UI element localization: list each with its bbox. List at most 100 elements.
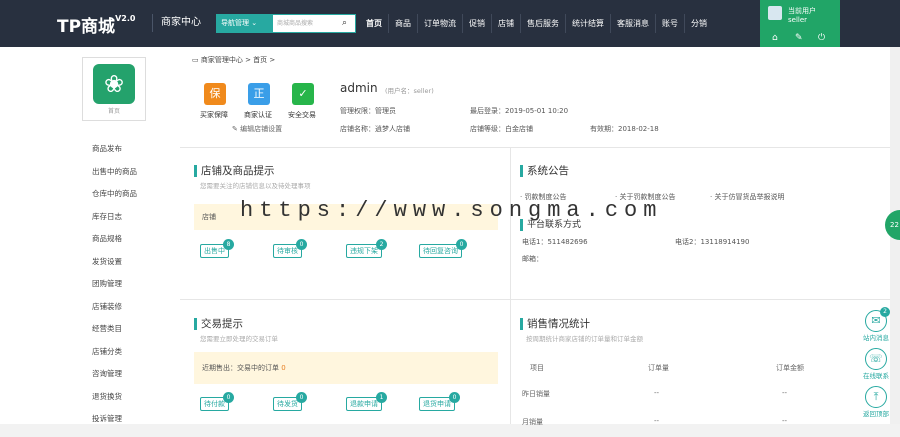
phone1: 电话1：511482696	[522, 238, 588, 246]
sidebar-item[interactable]: 退货换货	[92, 392, 137, 415]
action-button-label: 待付款	[204, 400, 225, 408]
profile-shop-name: 店铺名称：逍梦人店铺	[340, 125, 410, 133]
action-button-count: 0	[223, 392, 234, 403]
action-button-count: 1	[376, 392, 387, 403]
right-tool-icon: ✉ 2	[865, 307, 890, 332]
action-button[interactable]: 出售中 8	[200, 239, 234, 258]
shop-home-card[interactable]: ❀ 首页	[82, 57, 146, 121]
sidebar-item[interactable]: 库存日志	[92, 212, 137, 235]
watermark: https://www.songma.com	[240, 198, 663, 223]
menu-item-7[interactable]: 客服消息	[610, 14, 655, 33]
badge-label: 买家保障	[200, 111, 228, 119]
menu-item-1[interactable]: 商品	[388, 14, 417, 33]
avatar[interactable]	[768, 6, 782, 20]
right-tool-count: 2	[880, 307, 890, 317]
announcement-title: 系统公告	[520, 165, 569, 177]
trade-title: 交易提示	[194, 318, 243, 330]
home-icon[interactable]: ⌂	[772, 33, 778, 43]
edit-icon: ✎	[232, 125, 241, 133]
badge-label: 安全交易	[288, 111, 316, 119]
sidebar-item[interactable]: 团购管理	[92, 279, 137, 302]
sales-cell: 昨日销量	[522, 390, 550, 398]
sales-title: 销售情况统计	[520, 318, 590, 330]
user-panel: 当前用户 seller ⌂ ✎ ⏻	[760, 0, 840, 47]
sidebar-item[interactable]: 发货设置	[92, 257, 137, 280]
site-logo[interactable]: TP商城V2.0	[57, 12, 135, 37]
wrench-icon[interactable]: ✎	[795, 33, 803, 43]
binoculars-icon[interactable]: ⌕	[342, 14, 347, 33]
sales-header: 订单金额	[776, 364, 804, 372]
action-button-count: 0	[296, 392, 307, 403]
menu-item-3[interactable]: 促销	[462, 14, 491, 33]
sales-cell: --	[654, 389, 660, 397]
sales-cell: 月销量	[522, 418, 543, 426]
action-button[interactable]: 待审核 0	[273, 239, 307, 258]
sidebar-item[interactable]: 出售中的商品	[92, 167, 137, 190]
badge-label: 商家认证	[244, 111, 272, 119]
right-tool-label: 站内消息	[863, 334, 889, 342]
menu-item-0[interactable]: 首页	[360, 14, 388, 33]
shop-tips-title: 店铺及商品提示	[194, 165, 275, 177]
sidebar-item[interactable]: 商品规格	[92, 234, 137, 257]
profile-account: (用户名：seller)	[385, 87, 434, 95]
right-tool-icon: ⤒	[865, 386, 887, 408]
main-content: ▭ 商家管理中心 > 首页 > 保买家保障 正商家认证 ✓ 安全交易 admin (用…	[180, 47, 890, 426]
action-button-label: 待回复咨询	[423, 247, 458, 255]
sidebar-item[interactable]: 店铺装修	[92, 302, 137, 325]
profile-name: admin	[340, 81, 378, 95]
badge-icon: 保	[204, 83, 226, 105]
sidebar-item[interactable]: 商品发布	[92, 144, 137, 167]
action-button-label: 待发货	[277, 400, 298, 408]
right-tool-glyph: ⤒	[873, 390, 879, 403]
action-button-count: 0	[449, 392, 460, 403]
profile-permission: 管理权限：管理员	[340, 107, 396, 115]
seller-center-title: 商家中心	[152, 14, 201, 32]
action-button[interactable]: 待回复咨询 0	[419, 239, 467, 258]
right-tool-glyph: ☏	[869, 352, 883, 365]
menu-item-4[interactable]: 店铺	[491, 14, 520, 33]
menu-item-9[interactable]: 分销	[684, 14, 713, 33]
menu-item-2[interactable]: 订单物流	[417, 14, 462, 33]
sidebar-item[interactable]: 咨询管理	[92, 369, 137, 392]
profile-shop-level: 店铺等级：白金店铺	[470, 125, 533, 133]
action-button-label: 违规下架	[350, 247, 378, 255]
main-menu: 首页 商品 订单物流 促销 店铺 售后服务 统计结算 客服消息 账号 分销	[360, 14, 713, 33]
sidebar-item[interactable]: 投诉管理	[92, 414, 137, 437]
action-button-count: 0	[296, 239, 307, 250]
right-tool-1[interactable]: ☏ 在线联系	[852, 348, 900, 386]
edit-shop-link[interactable]: ✎ 编辑店铺设置	[232, 124, 282, 134]
divider	[180, 147, 890, 148]
action-button-label: 出售中	[204, 247, 225, 255]
right-tool-label: 在线联系	[863, 372, 889, 380]
menu-item-5[interactable]: 售后服务	[520, 14, 565, 33]
action-button[interactable]: 退货申请 0	[419, 392, 460, 411]
sidebar: ❀ 首页 商品发布 出售中的商品 仓库中的商品 库存日志 商品规格 发货设置 团购管理 店铺装…	[0, 47, 180, 424]
profile-valid-until: 有效期：2018-02-18	[590, 125, 659, 133]
shop-tips-subtitle: 您需要关注的店铺信息以及待处理事项	[200, 182, 311, 190]
username: seller	[788, 16, 808, 24]
right-tool-icon: ☏	[865, 348, 887, 370]
version-label: V2.0	[115, 14, 136, 24]
action-button[interactable]: 待付款 0	[200, 392, 234, 411]
sidebar-item[interactable]: 店铺分类	[92, 347, 137, 370]
logout-icon[interactable]: ⏻	[818, 33, 825, 43]
action-button[interactable]: 退款申请 1	[346, 392, 387, 411]
right-toolbar: ✉ 2 站内消息 ☏ 在线联系 ⤒ 返回顶部	[852, 307, 900, 424]
menu-item-6[interactable]: 统计结算	[565, 14, 610, 33]
action-button-label: 退货申请	[423, 400, 451, 408]
trade-subtitle: 您需要立即处理的交易订单	[200, 335, 278, 343]
monitor-icon: ▭	[192, 56, 201, 64]
sidebar-item[interactable]: 经营类目	[92, 324, 137, 347]
phone2: 电话2：13118914190	[675, 238, 750, 246]
nav-select[interactable]: 导航管理 ⌄	[216, 14, 272, 33]
top-bar: TP商城V2.0 商家中心 导航管理 ⌄ 商城商品搜索 ⌕ 首页 商品 订单物流 促销…	[0, 0, 900, 47]
action-button[interactable]: 待发货 0	[273, 392, 307, 411]
announcement-item[interactable]: · 关于仿冒货品举报说明	[710, 192, 784, 202]
menu-item-8[interactable]: 账号	[655, 14, 684, 33]
sidebar-item[interactable]: 仓库中的商品	[92, 189, 137, 212]
current-user-label: 当前用户	[788, 7, 816, 15]
action-button-count: 8	[223, 239, 234, 250]
right-tool-0[interactable]: ✉ 2 站内消息	[852, 307, 900, 348]
action-button[interactable]: 违规下架 2	[346, 239, 387, 258]
right-tool-2[interactable]: ⤒ 返回顶部	[852, 386, 900, 424]
